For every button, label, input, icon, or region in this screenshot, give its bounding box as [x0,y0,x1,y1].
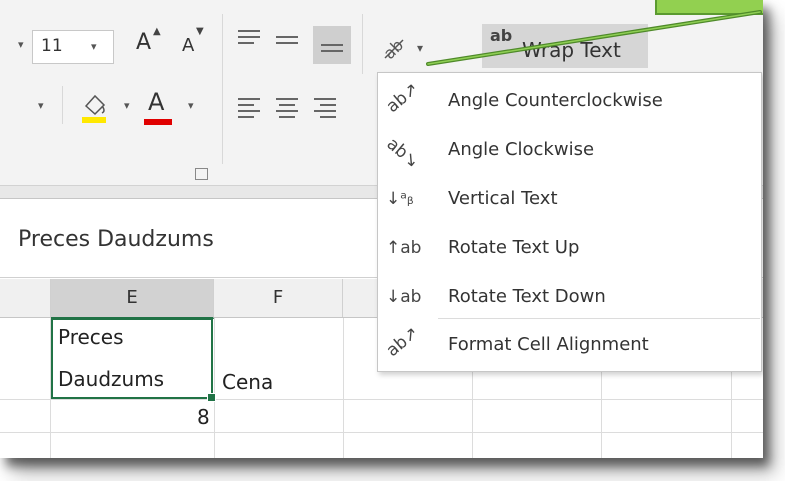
callout-arrow [426,10,762,66]
